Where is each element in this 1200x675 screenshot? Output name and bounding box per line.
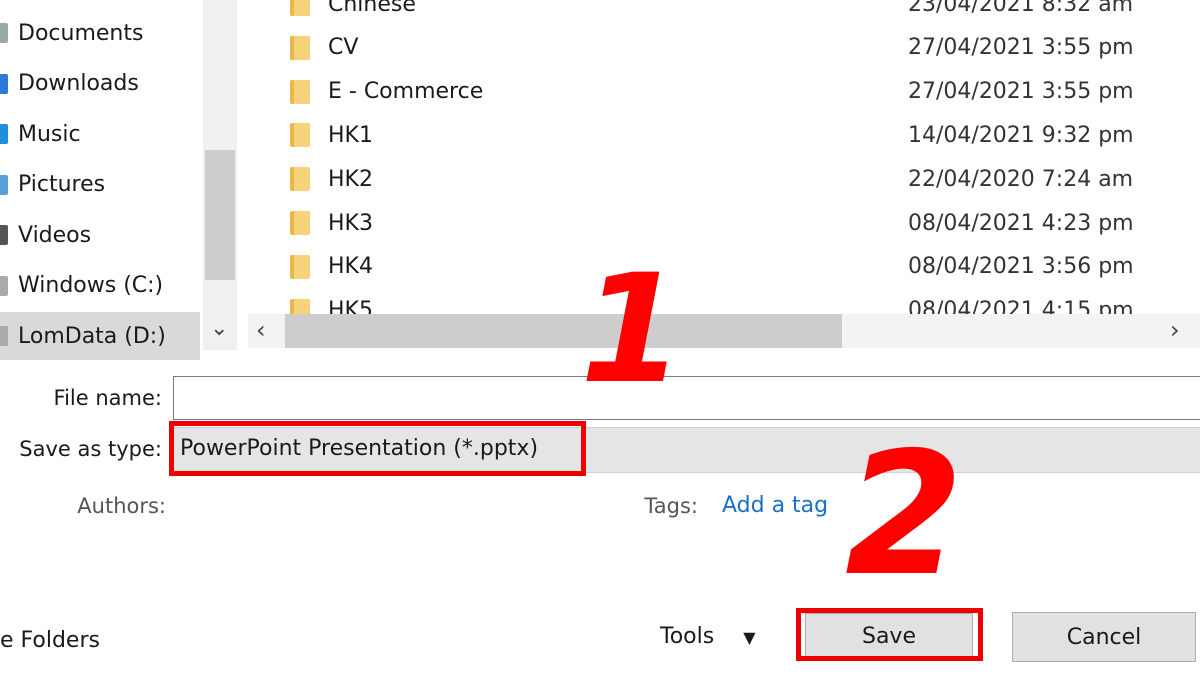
music-icon	[0, 124, 8, 144]
sidebar-item-label: Music	[18, 121, 81, 147]
folder-icon	[290, 35, 310, 60]
caret-down-icon: ▼	[743, 628, 756, 647]
cancel-button[interactable]: Cancel	[1012, 612, 1196, 662]
sidebar-item[interactable]: Videos	[0, 211, 200, 259]
file-row[interactable]: E - Commerce 27/04/2021 3:55 pm	[290, 70, 1150, 114]
file-name: HK2	[328, 166, 373, 192]
horizontal-scrollbar-thumb[interactable]	[285, 314, 842, 348]
file-row[interactable]: HK4 08/04/2021 3:56 pm	[290, 245, 1150, 289]
folder-icon	[290, 211, 310, 235]
file-date: 27/04/2021 3:55 pm	[908, 79, 1134, 105]
file-row[interactable]: HK2 22/04/2020 7:24 am	[290, 157, 1150, 201]
folder-icon	[290, 0, 310, 16]
file-date: 23/04/2021 8:32 am	[908, 0, 1134, 17]
file-date: 08/04/2021 3:56 pm	[908, 254, 1134, 280]
sidebar-item[interactable]: Downloads	[0, 60, 200, 108]
add-tag-link[interactable]: Add a tag	[722, 493, 828, 518]
sidebar-item-label: LomData (D:)	[18, 323, 166, 349]
documents-icon	[0, 23, 8, 43]
scroll-down-icon[interactable]: ⌄	[210, 316, 228, 341]
file-date: 22/04/2020 7:24 am	[908, 166, 1134, 192]
folder-icon	[290, 123, 310, 148]
annotation-step-2: 2	[845, 416, 964, 614]
scroll-left-icon[interactable]: ‹	[256, 316, 266, 344]
authors-label: Authors:	[77, 494, 166, 518]
file-name: Chinese	[328, 0, 416, 17]
file-date: 08/04/2021 4:23 pm	[908, 210, 1134, 236]
tags-label: Tags:	[644, 494, 698, 518]
file-date: 27/04/2021 3:55 pm	[908, 35, 1134, 61]
file-row[interactable]: HK1 14/04/2021 9:32 pm	[290, 113, 1150, 157]
folder-icon	[290, 79, 310, 104]
folder-icon	[290, 254, 310, 279]
file-name: HK1	[328, 122, 373, 148]
hide-folders-button[interactable]: e Folders	[0, 628, 100, 653]
save-type-value: PowerPoint Presentation (*.pptx)	[180, 436, 539, 461]
tools-label: Tools	[660, 624, 715, 649]
scroll-right-icon[interactable]: ›	[1170, 316, 1180, 344]
file-name: CV	[328, 35, 359, 61]
file-row[interactable]: CV 27/04/2021 3:55 pm	[290, 26, 1150, 70]
downloads-icon	[0, 73, 8, 94]
sidebar-item-label: Downloads	[18, 71, 139, 96]
cancel-label: Cancel	[1066, 624, 1142, 650]
sidebar-item-label: Documents	[18, 20, 144, 46]
file-name-label: File name:	[53, 386, 162, 410]
file-name-input[interactable]	[173, 376, 1200, 420]
annotation-step-1: 1	[580, 243, 685, 417]
save-button[interactable]: Save	[805, 613, 973, 659]
sidebar-item-label: Windows (C:)	[18, 273, 164, 298]
drive-icon	[0, 275, 8, 296]
nav-scrollbar-thumb[interactable]	[205, 150, 235, 280]
folder-icon	[290, 167, 310, 192]
sidebar-item[interactable]: Documents	[0, 9, 200, 57]
drive-icon	[0, 326, 8, 346]
sidebar-item-label: Videos	[18, 222, 92, 248]
sidebar-item-label: Pictures	[18, 172, 106, 197]
sidebar-item[interactable]: Windows (C:)	[0, 262, 200, 310]
tools-button[interactable]: Tools ▼	[660, 624, 756, 649]
save-type-label: Save as type:	[19, 437, 162, 461]
file-date: 14/04/2021 9:32 pm	[908, 122, 1134, 148]
save-type-select[interactable]: PowerPoint Presentation (*.pptx)	[173, 427, 1200, 473]
save-label: Save	[861, 623, 916, 649]
file-name: HK3	[328, 210, 373, 236]
file-row[interactable]: Chinese 23/04/2021 8:32 am	[290, 0, 1150, 26]
sidebar-item[interactable]: Music	[0, 110, 200, 158]
file-row[interactable]: HK3 08/04/2021 4:23 pm	[290, 201, 1150, 245]
file-name: E - Commerce	[328, 79, 484, 105]
sidebar-item[interactable]: Pictures	[0, 161, 200, 209]
sidebar-item[interactable]: LomData (D:)	[0, 312, 200, 360]
videos-icon	[0, 225, 8, 245]
pictures-icon	[0, 174, 8, 195]
